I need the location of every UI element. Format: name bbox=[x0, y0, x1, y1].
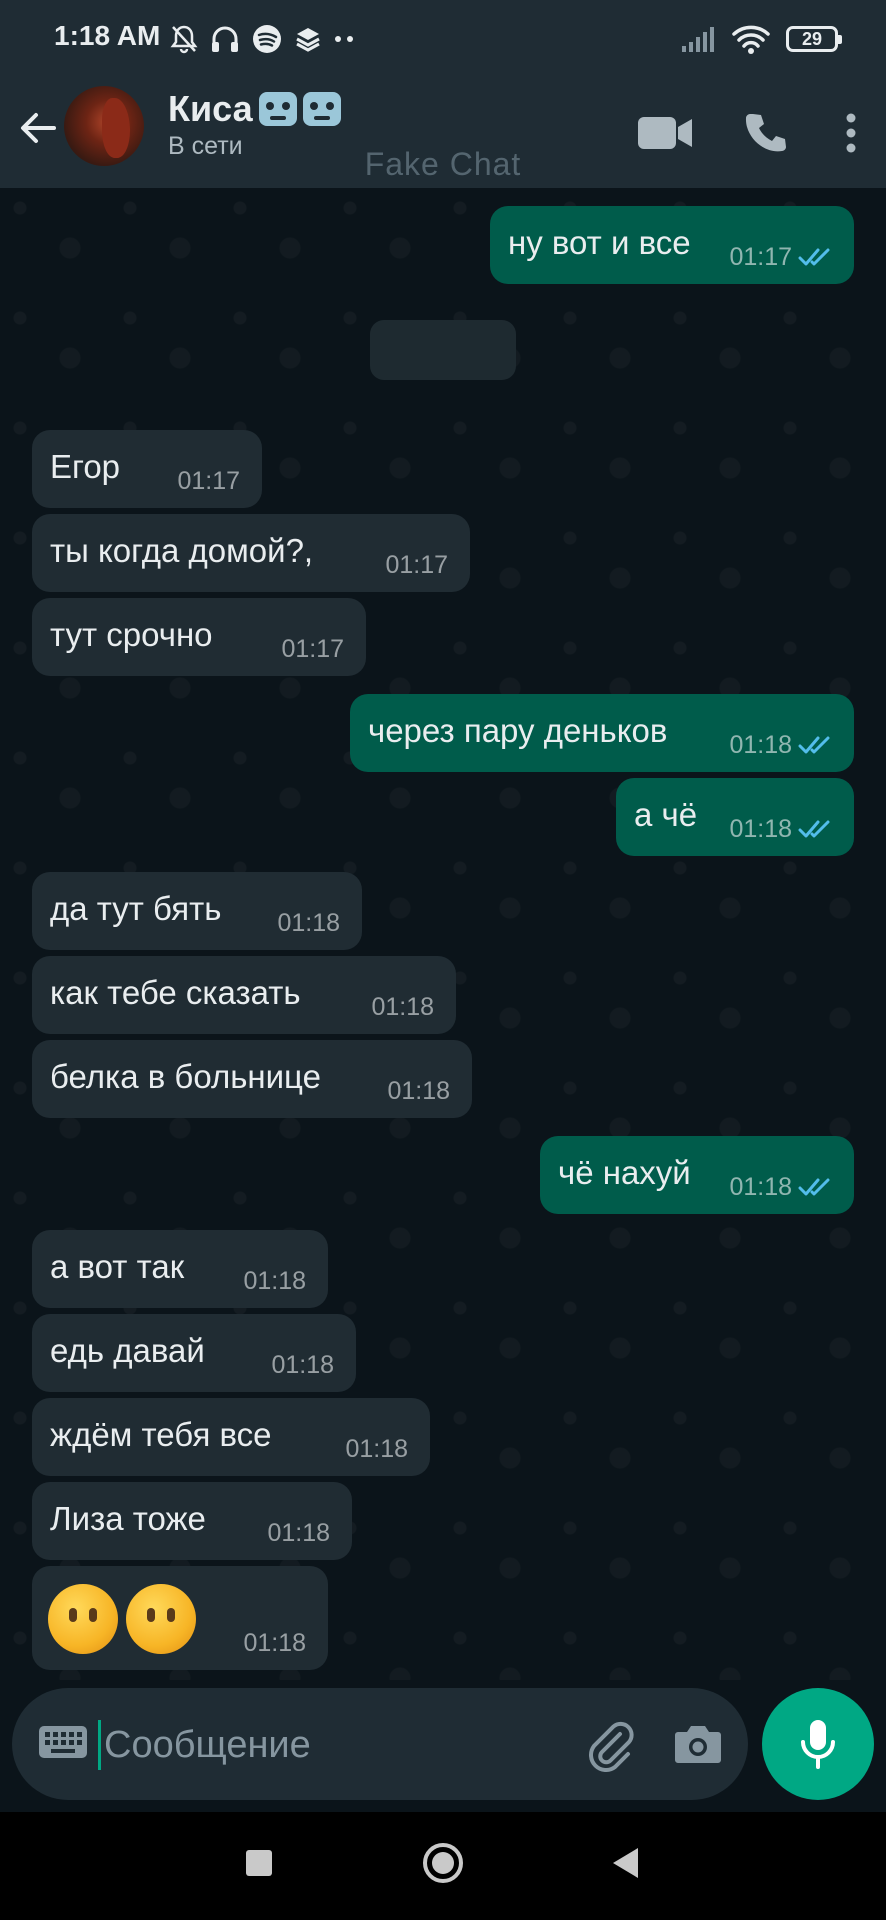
message-text: как тебе сказать bbox=[50, 974, 301, 1011]
message-time: 01:18 bbox=[243, 1629, 306, 1657]
message-bubble-incoming[interactable]: тут срочно 01:17 bbox=[32, 598, 366, 676]
status-bar: 1:18 AM 29 bbox=[0, 0, 886, 78]
message-bubble-incoming[interactable]: ты когда домой?, 01:17 bbox=[32, 514, 470, 592]
message-list[interactable]: ну вот и все 01:17 Егор 01:17 ты когда д… bbox=[0, 188, 886, 1680]
message-text: чё нахуй bbox=[558, 1154, 691, 1191]
wifi-icon bbox=[732, 25, 770, 54]
signal-icon bbox=[682, 27, 714, 52]
text-caret bbox=[98, 1720, 101, 1770]
mute-bell-icon bbox=[170, 25, 198, 54]
read-ticks-icon bbox=[798, 736, 830, 754]
date-chip bbox=[370, 320, 516, 380]
status-icons-right: 29 bbox=[682, 22, 842, 56]
no-mouth-face-emoji bbox=[126, 1584, 196, 1654]
message-text: через пару деньков bbox=[368, 712, 668, 749]
message-time: 01:17 bbox=[385, 551, 448, 579]
message-time: 01:18 bbox=[271, 1351, 334, 1379]
message-time: 01:18 bbox=[729, 815, 792, 843]
message-time: 01:18 bbox=[729, 1173, 792, 1201]
contact-name-text: Киса bbox=[168, 88, 253, 129]
no-mouth-face-emoji bbox=[48, 1584, 118, 1654]
message-input[interactable] bbox=[102, 1714, 566, 1776]
message-time: 01:18 bbox=[371, 993, 434, 1021]
headphones-icon bbox=[212, 26, 238, 52]
message-time: 01:17 bbox=[177, 467, 240, 495]
message-bubble-outgoing[interactable]: ну вот и все 01:17 bbox=[490, 206, 854, 284]
battery-icon: 29 bbox=[786, 26, 842, 52]
robot-emoji bbox=[258, 92, 297, 126]
more-dots-icon bbox=[335, 36, 353, 42]
message-bubble-incoming[interactable]: Лиза тоже 01:18 bbox=[32, 1482, 352, 1560]
home-circle-icon[interactable] bbox=[422, 1842, 464, 1884]
message-time: 01:18 bbox=[729, 731, 792, 759]
message-composer bbox=[12, 1688, 748, 1800]
back-arrow-icon[interactable] bbox=[16, 106, 60, 150]
battery-level: 29 bbox=[801, 28, 823, 49]
voice-message-button[interactable] bbox=[762, 1688, 874, 1800]
message-time: 01:17 bbox=[281, 635, 344, 663]
microphone-icon bbox=[801, 1720, 835, 1769]
message-time: 01:18 bbox=[277, 909, 340, 937]
message-bubble-incoming[interactable]: да тут бять 01:18 bbox=[32, 872, 362, 950]
status-time: 1:18 AM bbox=[54, 20, 161, 51]
message-time: 01:18 bbox=[267, 1519, 330, 1547]
back-triangle-icon[interactable] bbox=[610, 1846, 640, 1880]
robot-emoji bbox=[302, 92, 341, 126]
watermark-text: Fake Chat bbox=[364, 146, 522, 182]
status-icons-left bbox=[170, 24, 356, 54]
recents-square-icon[interactable] bbox=[246, 1850, 272, 1876]
message-text: да тут бять bbox=[50, 890, 222, 927]
message-text: белка в больнице bbox=[50, 1058, 321, 1095]
message-text: едь давай bbox=[50, 1332, 205, 1369]
message-bubble-incoming[interactable]: а вот так 01:18 bbox=[32, 1230, 328, 1308]
message-bubble-outgoing[interactable]: чё нахуй 01:18 bbox=[540, 1136, 854, 1214]
message-time: 01:17 bbox=[729, 243, 792, 271]
message-time: 01:18 bbox=[345, 1435, 408, 1463]
message-text: ты когда домой?, bbox=[50, 532, 314, 569]
message-bubble-incoming[interactable]: едь давай 01:18 bbox=[32, 1314, 356, 1392]
message-text: Лиза тоже bbox=[50, 1500, 206, 1537]
message-text: а вот так bbox=[50, 1248, 185, 1285]
message-text: а чё bbox=[634, 796, 698, 833]
camera-icon[interactable] bbox=[672, 1718, 724, 1770]
read-ticks-icon bbox=[798, 820, 830, 838]
attach-icon[interactable] bbox=[582, 1716, 638, 1772]
keyboard-icon[interactable] bbox=[38, 1722, 88, 1762]
contact-name[interactable]: Киса bbox=[168, 88, 341, 130]
read-ticks-icon bbox=[798, 248, 830, 266]
message-bubble-incoming[interactable]: Егор 01:17 bbox=[32, 430, 262, 508]
message-bubble-incoming[interactable]: белка в больнице 01:18 bbox=[32, 1040, 472, 1118]
read-ticks-icon bbox=[798, 1178, 830, 1196]
layers-icon bbox=[296, 28, 320, 52]
message-text: ну вот и все bbox=[508, 224, 691, 261]
message-bubble-incoming[interactable]: ждём тебя все 01:18 bbox=[32, 1398, 430, 1476]
message-text: тут срочно bbox=[50, 616, 213, 653]
message-time: 01:18 bbox=[387, 1077, 450, 1105]
message-text: ждём тебя все bbox=[50, 1416, 272, 1453]
message-bubble-incoming[interactable]: 01:18 bbox=[32, 1566, 328, 1670]
message-time: 01:18 bbox=[243, 1267, 306, 1295]
message-bubble-outgoing[interactable]: а чё 01:18 bbox=[616, 778, 854, 856]
message-bubble-incoming[interactable]: как тебе сказать 01:18 bbox=[32, 956, 456, 1034]
system-nav-bar bbox=[0, 1812, 886, 1920]
spotify-icon bbox=[253, 25, 281, 53]
message-text: Егор bbox=[50, 448, 121, 485]
chat-screen: 1:18 AM 29 Киса В сети Fake Chat ну вот … bbox=[0, 0, 886, 1920]
message-bubble-outgoing[interactable]: через пару деньков 01:18 bbox=[350, 694, 854, 772]
